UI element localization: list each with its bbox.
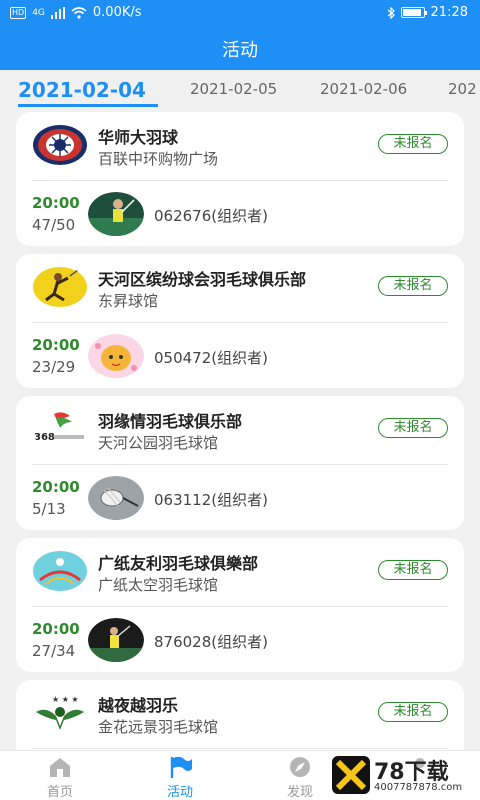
signup-status-badge[interactable]: 未报名 [378,418,448,438]
network-speed: 0.00K/s [92,5,142,20]
organizer-name: 876028(组织者) [154,633,268,651]
card-header: ★ ★ ★ 越夜越羽乐 金花远景羽毛球馆 未报名 [16,680,464,750]
venue-name: 金花远景羽毛球馆 [98,718,219,736]
club-logo: ★ ★ ★ [32,692,88,734]
club-name: 广纸友利羽毛球俱樂部 [98,554,259,573]
club-logo [32,550,88,592]
logo-text: 368 [34,432,55,443]
event-time: 20:00 [32,620,80,638]
wifi-icon [71,6,87,19]
event-card[interactable]: 368 羽缘情羽毛球俱乐部 天河公园羽毛球馆 未报名 20:00 5/13 06… [16,396,464,530]
club-logo: 368 [32,408,88,450]
card-header: 广纸友利羽毛球俱樂部 广纸太空羽毛球馆 未报名 [16,538,464,608]
date-tab-3[interactable]: 202 [448,80,477,98]
watermark-url: 4007787878.com [374,782,463,793]
status-bar: HD 4G 0.00K/s 21:28 [0,0,480,26]
club-name: 越夜越羽乐 [98,696,179,715]
organizer-avatar [88,618,144,662]
card-header: 华师大羽球 百联中环购物广场 未报名 [16,112,464,182]
card-divider [32,464,448,465]
participant-count: 23/29 [32,358,76,376]
club-name: 华师大羽球 [98,128,179,147]
event-time: 20:00 [32,194,80,212]
nav-home[interactable]: 首页 [0,751,120,800]
card-divider [32,322,448,323]
event-card[interactable]: 华师大羽球 百联中环购物广场 未报名 20:00 47/50 062676(组织… [16,112,464,246]
participant-count: 47/50 [32,216,76,234]
date-tab-0[interactable]: 2021-02-04 [18,78,146,102]
card-divider [32,180,448,181]
organizer-avatar [88,334,144,378]
event-time: 20:00 [32,478,80,496]
venue-name: 广纸太空羽毛球馆 [98,576,219,594]
date-tab-1[interactable]: 2021-02-05 [190,80,277,98]
organizer-avatar [88,476,144,520]
signup-status-badge[interactable]: 未报名 [378,560,448,580]
app-header: 活动 [0,26,480,70]
date-tab-2[interactable]: 2021-02-06 [320,80,407,98]
status-right: 21:28 [387,5,468,20]
signal-type: 4G [32,7,45,18]
watermark: 78下载 4007787878.com [330,752,476,800]
organizer-avatar [88,192,144,236]
organizer-name: 063112(组织者) [154,491,268,509]
hd-badge: HD [10,6,27,19]
card-divider [32,748,448,749]
nav-activities[interactable]: 活动 [120,751,240,800]
svg-text:★ ★ ★: ★ ★ ★ [52,695,79,704]
clock: 21:28 [430,5,468,20]
card-header: 368 羽缘情羽毛球俱乐部 天河公园羽毛球馆 未报名 [16,396,464,466]
bluetooth-icon [387,6,395,19]
home-icon [50,758,70,777]
signup-status-badge[interactable]: 未报名 [378,134,448,154]
event-time: 20:00 [32,336,80,354]
club-logo [32,266,88,308]
compass-icon [290,757,310,777]
signal-icon [50,6,65,19]
signup-status-badge[interactable]: 未报名 [378,702,448,722]
flag-icon [170,756,192,778]
club-name: 羽缘情羽毛球俱乐部 [98,412,243,431]
venue-name: 天河公园羽毛球馆 [98,434,219,452]
venue-name: 东昇球馆 [98,292,159,310]
club-logo [32,124,88,166]
venue-name: 百联中环购物广场 [98,150,219,168]
organizer-name: 050472(组织者) [154,349,268,367]
signup-status-badge[interactable]: 未报名 [378,276,448,296]
date-tab-indicator [18,104,158,107]
event-card[interactable]: 广纸友利羽毛球俱樂部 广纸太空羽毛球馆 未报名 20:00 27/34 8760… [16,538,464,672]
participant-count: 27/34 [32,642,76,660]
event-card[interactable]: 天河区缤纷球会羽毛球俱乐部 东昇球馆 未报名 20:00 23/29 05047… [16,254,464,388]
organizer-name: 062676(组织者) [154,207,268,225]
nav-label: 首页 [46,785,73,800]
nav-label: 活动 [166,785,193,800]
club-name: 天河区缤纷球会羽毛球俱乐部 [98,270,307,289]
watermark-logo-icon [332,756,370,794]
card-header: 天河区缤纷球会羽毛球俱乐部 东昇球馆 未报名 [16,254,464,324]
status-left: HD 4G 0.00K/s [10,5,142,20]
participant-count: 5/13 [32,500,66,518]
card-divider [32,606,448,607]
page-title: 活动 [222,40,258,61]
battery-icon [400,7,427,18]
date-tabs: 2021-02-04 2021-02-05 2021-02-06 202 [0,70,480,110]
